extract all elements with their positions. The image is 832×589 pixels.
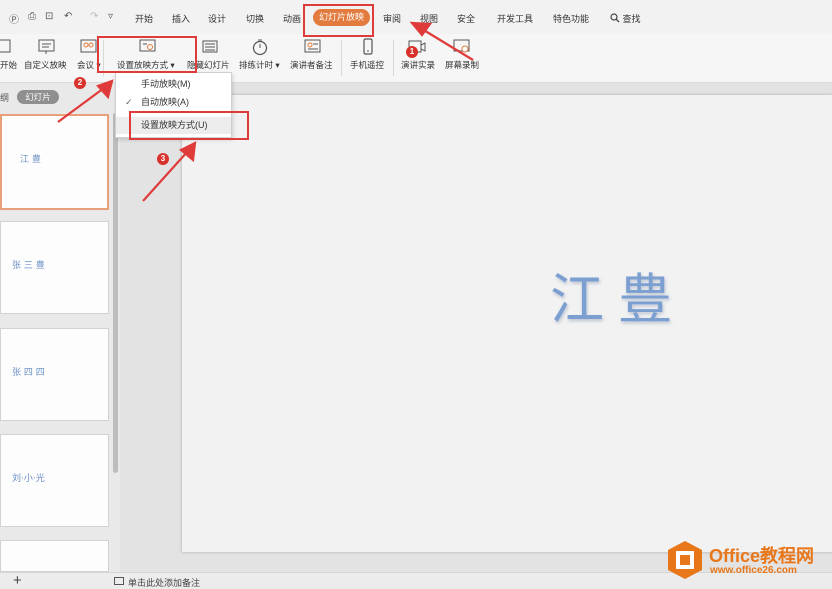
custom-show-icon [38,39,55,54]
slide-panel: 纲 幻灯片 江 豊 张 三 豊 张 四 四 刘·小·光 [0,83,120,572]
highlight-box-setup-item [129,111,249,140]
print-icon[interactable]: ⎙ [28,11,36,22]
step-badge-1: 1 [406,46,418,58]
tab-security[interactable]: 安全 [457,12,475,25]
rehearse-timings-button[interactable]: 排练计时 ▾ [239,59,280,71]
menu-bar: Ⓟ ⎙ ⊡ ↶ ↷ ▿ 开始 插入 设计 切换 动画 幻灯片放映 审阅 视图 安… [0,0,832,34]
menu-item-auto[interactable]: ✓ 自动放映(A) [116,94,231,111]
presenter-notes-icon [304,39,321,53]
tab-animation[interactable]: 动画 [283,12,301,25]
customize-icon[interactable]: ▿ [108,11,113,22]
step-badge-3: 3 [157,153,169,165]
menu-item-label: 自动放映(A) [141,97,189,107]
redo-icon[interactable]: ↷ [90,11,98,22]
slide-thumbnail-3[interactable]: 张 四 四 [0,328,109,421]
timer-icon [252,39,268,56]
preview-icon[interactable]: ⊡ [45,11,53,22]
start-button[interactable]: 开始 [0,59,17,71]
ribbon-separator [393,40,394,76]
slide-thumbnail-5[interactable] [0,540,109,572]
tab-outline[interactable]: 纲 [0,91,9,104]
slide-thumbnail-2[interactable]: 张 三 豊 [0,221,109,314]
presenter-notes-button[interactable]: 演讲者备注 [290,59,333,71]
hide-slide-icon [202,40,218,53]
slide-canvas[interactable]: 江豊 [182,95,832,552]
speech-record-button[interactable]: 演讲实录 [401,59,435,71]
notes-placeholder[interactable]: 单击此处添加备注 [114,576,201,589]
highlight-box-slideshow-tab [303,4,374,37]
watermark: Office教程网 www.office26.com [666,540,832,585]
phone-remote-icon [363,38,373,55]
tab-design[interactable]: 设计 [208,12,226,25]
panel-scrollbar[interactable] [113,113,118,473]
tab-slides[interactable]: 幻灯片 [17,90,59,104]
screen-record-icon [453,39,470,53]
phone-remote-button[interactable]: 手机遥控 [350,59,384,71]
menu-item-manual[interactable]: 手动放映(M) [116,76,231,93]
tab-view[interactable]: 视图 [420,12,438,25]
panel-tabs: 纲 幻灯片 [0,83,120,109]
notes-icon [114,577,124,585]
tab-transition[interactable]: 切换 [246,12,264,25]
custom-show-button[interactable]: 自定义放映 [24,59,67,71]
slide-title-text[interactable]: 江豊 [550,255,686,334]
screen-record-button[interactable]: 屏幕录制 [445,59,479,71]
thumbnail-text: 刘·小·光 [12,474,45,484]
tab-insert[interactable]: 插入 [172,12,190,25]
slide-thumbnail-4[interactable]: 刘·小·光 [0,434,109,527]
tab-review[interactable]: 审阅 [383,12,401,25]
watermark-url: www.office26.com [710,565,797,576]
ribbon-separator [341,40,342,76]
play-from-start-icon [0,39,11,53]
highlight-box-setup-button [97,36,197,73]
meeting-icon [80,39,97,53]
search-label: 查找 [622,14,641,24]
search-icon [610,13,620,23]
search-button[interactable]: 查找 [610,12,641,25]
undo-icon[interactable]: ↶ [64,11,72,22]
editor-area: 江豊 [120,83,832,572]
check-icon: ✓ [125,97,133,107]
wps-logo-icon[interactable]: Ⓟ [9,11,19,26]
tab-developer[interactable]: 开发工具 [497,12,533,25]
slide-thumbnail-1[interactable]: 江 豊 [0,114,109,210]
thumbnail-text: 张 三 豊 [12,261,45,271]
menu-item-label: 手动放映(M) [141,79,191,89]
tab-special[interactable]: 特色功能 [553,12,589,25]
add-slide-button[interactable]: + [13,572,22,589]
thumbnail-text: 江 豊 [20,155,41,165]
tab-home[interactable]: 开始 [135,12,153,25]
notes-placeholder-text: 单击此处添加备注 [128,578,201,588]
thumbnail-text: 张 四 四 [12,368,45,378]
step-badge-2: 2 [74,77,86,89]
office-logo-icon [668,541,702,579]
